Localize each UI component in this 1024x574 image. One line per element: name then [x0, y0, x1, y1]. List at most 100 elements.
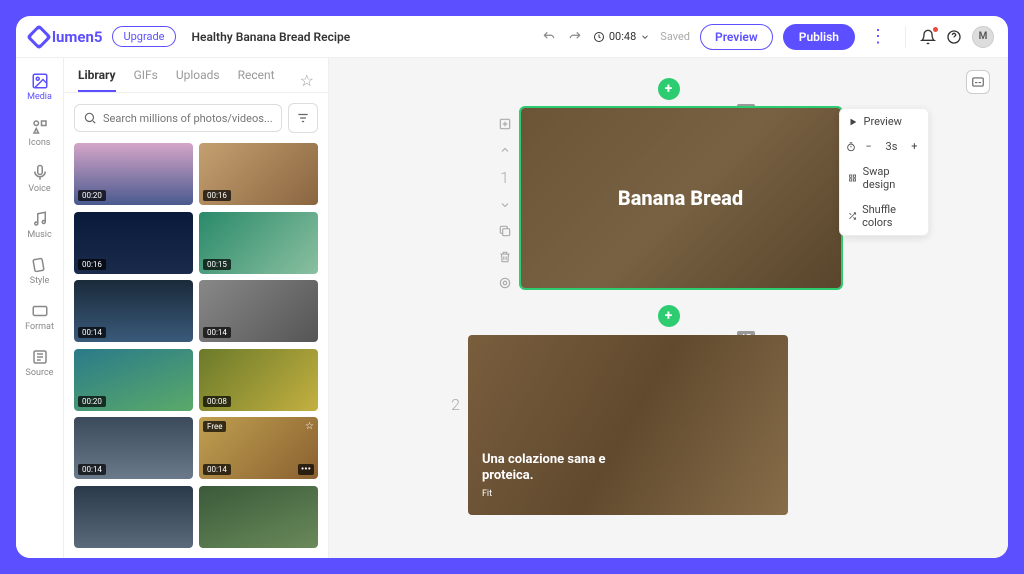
- media-thumb[interactable]: 00:14: [199, 280, 318, 342]
- media-thumb[interactable]: 00:08: [199, 349, 318, 411]
- siderail-item-icons[interactable]: Icons: [16, 110, 63, 156]
- search-row: [64, 93, 328, 143]
- format-icon: [31, 302, 49, 320]
- thumb-duration: 00:15: [203, 259, 231, 270]
- music-icon: [31, 210, 49, 228]
- scene-2[interactable]: Una colazione sana e proteica.Fit: [468, 335, 788, 515]
- undo-icon[interactable]: [541, 29, 557, 45]
- scene-tools: 1: [497, 108, 513, 291]
- media-thumb[interactable]: 00:16: [74, 212, 193, 274]
- thumb-duration: 00:14: [78, 464, 106, 475]
- media-thumb[interactable]: [199, 486, 318, 548]
- media-thumb[interactable]: 00:14Free☆•••: [199, 417, 318, 479]
- mic-icon: [31, 164, 49, 182]
- media-thumb[interactable]: [74, 486, 193, 548]
- siderail-item-style[interactable]: Style: [16, 248, 63, 294]
- tab-uploads[interactable]: Uploads: [176, 68, 220, 92]
- logo-icon: [26, 24, 51, 49]
- saved-status: Saved: [660, 30, 690, 43]
- ctx-swap[interactable]: Swap design: [840, 159, 928, 197]
- main-body: Media Icons Voice Music Style Format Sou…: [16, 58, 1008, 558]
- notifications-icon[interactable]: [920, 29, 936, 45]
- copy-icon[interactable]: [497, 223, 513, 239]
- add-scene-mid[interactable]: +: [658, 305, 680, 327]
- logo[interactable]: lumen5: [30, 28, 102, 46]
- user-avatar[interactable]: M: [972, 26, 994, 48]
- source-icon: [31, 348, 49, 366]
- help-icon[interactable]: [946, 29, 962, 45]
- brand-name: lumen5: [52, 28, 102, 46]
- publish-button[interactable]: Publish: [783, 24, 855, 50]
- scene-1-text[interactable]: Banana Bread: [618, 186, 743, 210]
- duration-value: 3s: [882, 140, 902, 153]
- media-thumb[interactable]: 00:14: [74, 280, 193, 342]
- image-icon: [31, 72, 49, 90]
- upgrade-button[interactable]: Upgrade: [112, 26, 175, 47]
- thumb-duration: 00:16: [203, 190, 231, 201]
- scene-number-1: 1: [500, 168, 509, 187]
- scene-2-text[interactable]: Una colazione sana e proteica.Fit: [482, 452, 642, 501]
- style-icon: [31, 256, 49, 274]
- move-down-icon[interactable]: [497, 197, 513, 213]
- thumb-more-icon[interactable]: •••: [298, 464, 314, 475]
- ctx-duration: − 3s +: [840, 134, 928, 159]
- add-text-icon[interactable]: [497, 116, 513, 132]
- duration-plus[interactable]: +: [907, 140, 921, 153]
- ctx-preview[interactable]: Preview: [840, 109, 928, 134]
- media-thumb[interactable]: 00:20: [74, 143, 193, 205]
- thumb-free-badge: Free: [203, 421, 226, 432]
- media-thumb[interactable]: 00:16: [199, 143, 318, 205]
- thumb-duration: 00:08: [203, 396, 231, 407]
- search-input-wrapper[interactable]: [74, 104, 282, 132]
- siderail: Media Icons Voice Music Style Format Sou…: [16, 58, 64, 558]
- delete-icon[interactable]: [497, 249, 513, 265]
- move-up-icon[interactable]: [497, 142, 513, 158]
- filter-button[interactable]: [288, 103, 318, 133]
- siderail-item-music[interactable]: Music: [16, 202, 63, 248]
- clock-icon: [593, 31, 605, 43]
- scene-row-2: 2 Una colazione sana e proteica.Fit: [329, 335, 1008, 515]
- app-window: lumen5 Upgrade Healthy Banana Bread Reci…: [16, 16, 1008, 558]
- thumb-duration: 00:14: [78, 327, 106, 338]
- grid-icon: [848, 173, 857, 183]
- duration-display[interactable]: 00:48: [593, 30, 650, 43]
- timer-icon: [846, 142, 856, 152]
- thumb-duration: 00:14: [203, 327, 231, 338]
- preview-button[interactable]: Preview: [700, 24, 773, 50]
- filter-icon: [296, 111, 310, 125]
- scene-number-2: 2: [451, 395, 460, 414]
- media-panel: Library GIFs Uploads Recent ☆ 00:20 00:16…: [64, 58, 329, 558]
- siderail-item-format[interactable]: Format: [16, 294, 63, 340]
- topbar: lumen5 Upgrade Healthy Banana Bread Reci…: [16, 16, 1008, 58]
- thumb-star-icon[interactable]: ☆: [305, 421, 314, 432]
- scene-1[interactable]: Banana Bread: [521, 108, 841, 288]
- siderail-item-media[interactable]: Media: [16, 64, 63, 110]
- ctx-shuffle[interactable]: Shuffle colors: [840, 197, 928, 235]
- tab-gifs[interactable]: GIFs: [134, 68, 158, 92]
- target-icon[interactable]: [497, 275, 513, 291]
- scene-context-menu: Preview − 3s + Swap design Shuffle color…: [839, 108, 929, 236]
- scene-row-1: 1 Banana Bread Preview −: [329, 108, 1008, 291]
- media-thumb[interactable]: 00:15: [199, 212, 318, 274]
- redo-icon[interactable]: [567, 29, 583, 45]
- project-title[interactable]: Healthy Banana Bread Recipe: [192, 30, 351, 44]
- media-grid: 00:20 00:16 00:16 00:15 00:14 00:14 00:20 00:08…: [64, 143, 328, 558]
- thumb-duration: 00:16: [78, 259, 106, 270]
- add-scene-top[interactable]: +: [658, 78, 680, 100]
- subtitle-icon[interactable]: [966, 70, 990, 94]
- tab-favorites-icon[interactable]: ☆: [300, 71, 314, 90]
- thumb-duration: 00:20: [78, 190, 106, 201]
- duration-minus[interactable]: −: [861, 140, 875, 153]
- tab-recent[interactable]: Recent: [238, 68, 275, 92]
- tab-library[interactable]: Library: [78, 68, 116, 92]
- shapes-icon: [31, 118, 49, 136]
- siderail-item-source[interactable]: Source: [16, 340, 63, 386]
- more-options-icon[interactable]: ⋮: [865, 26, 891, 47]
- search-input[interactable]: [103, 112, 273, 125]
- panel-tabs: Library GIFs Uploads Recent ☆: [64, 58, 328, 93]
- media-thumb[interactable]: 00:20: [74, 349, 193, 411]
- media-thumb[interactable]: 00:14: [74, 417, 193, 479]
- scene-tools-2: 2: [451, 335, 460, 414]
- play-icon: [848, 117, 858, 127]
- siderail-item-voice[interactable]: Voice: [16, 156, 63, 202]
